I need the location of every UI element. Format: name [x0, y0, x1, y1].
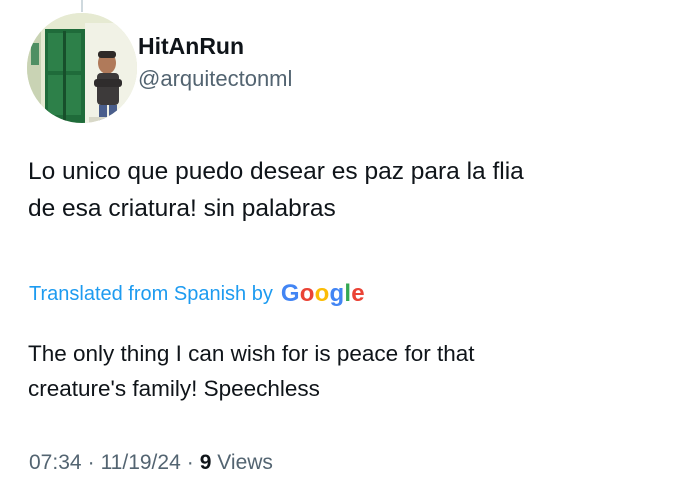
tweet-meta: 07:34 · 11/19/24 · 9 Views	[29, 448, 273, 478]
meta-separator: ·	[186, 451, 194, 474]
google-logo: Google	[281, 278, 365, 310]
tweet-time[interactable]: 07:34	[29, 451, 82, 474]
thread-connector-line	[81, 0, 83, 12]
author-display-name[interactable]: HitAnRun	[138, 31, 292, 61]
avatar[interactable]	[27, 13, 137, 123]
tweet-text-line: de esa criatura! sin palabras	[28, 195, 336, 222]
translated-text-line: The only thing I can wish for is peace f…	[28, 341, 475, 366]
translated-tweet-text: The only thing I can wish for is peace f…	[28, 336, 668, 406]
tweet-text: Lo unico que puedo desear es paz para la…	[28, 153, 668, 227]
google-logo-letter: o	[314, 280, 330, 307]
translated-from-link[interactable]: Translated from Spanish by	[29, 283, 273, 306]
avatar-photo	[27, 13, 137, 123]
views-label: Views	[217, 451, 273, 474]
google-logo-letter: o	[299, 280, 315, 307]
author-info: HitAnRun @arquitectonml	[138, 31, 292, 94]
views-count: 9	[199, 451, 212, 474]
tweet-date[interactable]: 11/19/24	[101, 451, 181, 474]
tweet-text-line: Lo unico que puedo desear es paz para la…	[28, 158, 524, 185]
google-logo-letter: g	[329, 280, 345, 307]
translated-text-line: creature's family! Speechless	[28, 376, 320, 401]
google-logo-letter: e	[351, 280, 365, 307]
translation-attribution: Translated from Spanish by Google	[29, 278, 365, 310]
author-handle[interactable]: @arquitectonml	[138, 64, 292, 94]
google-logo-letter: G	[280, 280, 300, 307]
meta-separator: ·	[87, 451, 95, 474]
